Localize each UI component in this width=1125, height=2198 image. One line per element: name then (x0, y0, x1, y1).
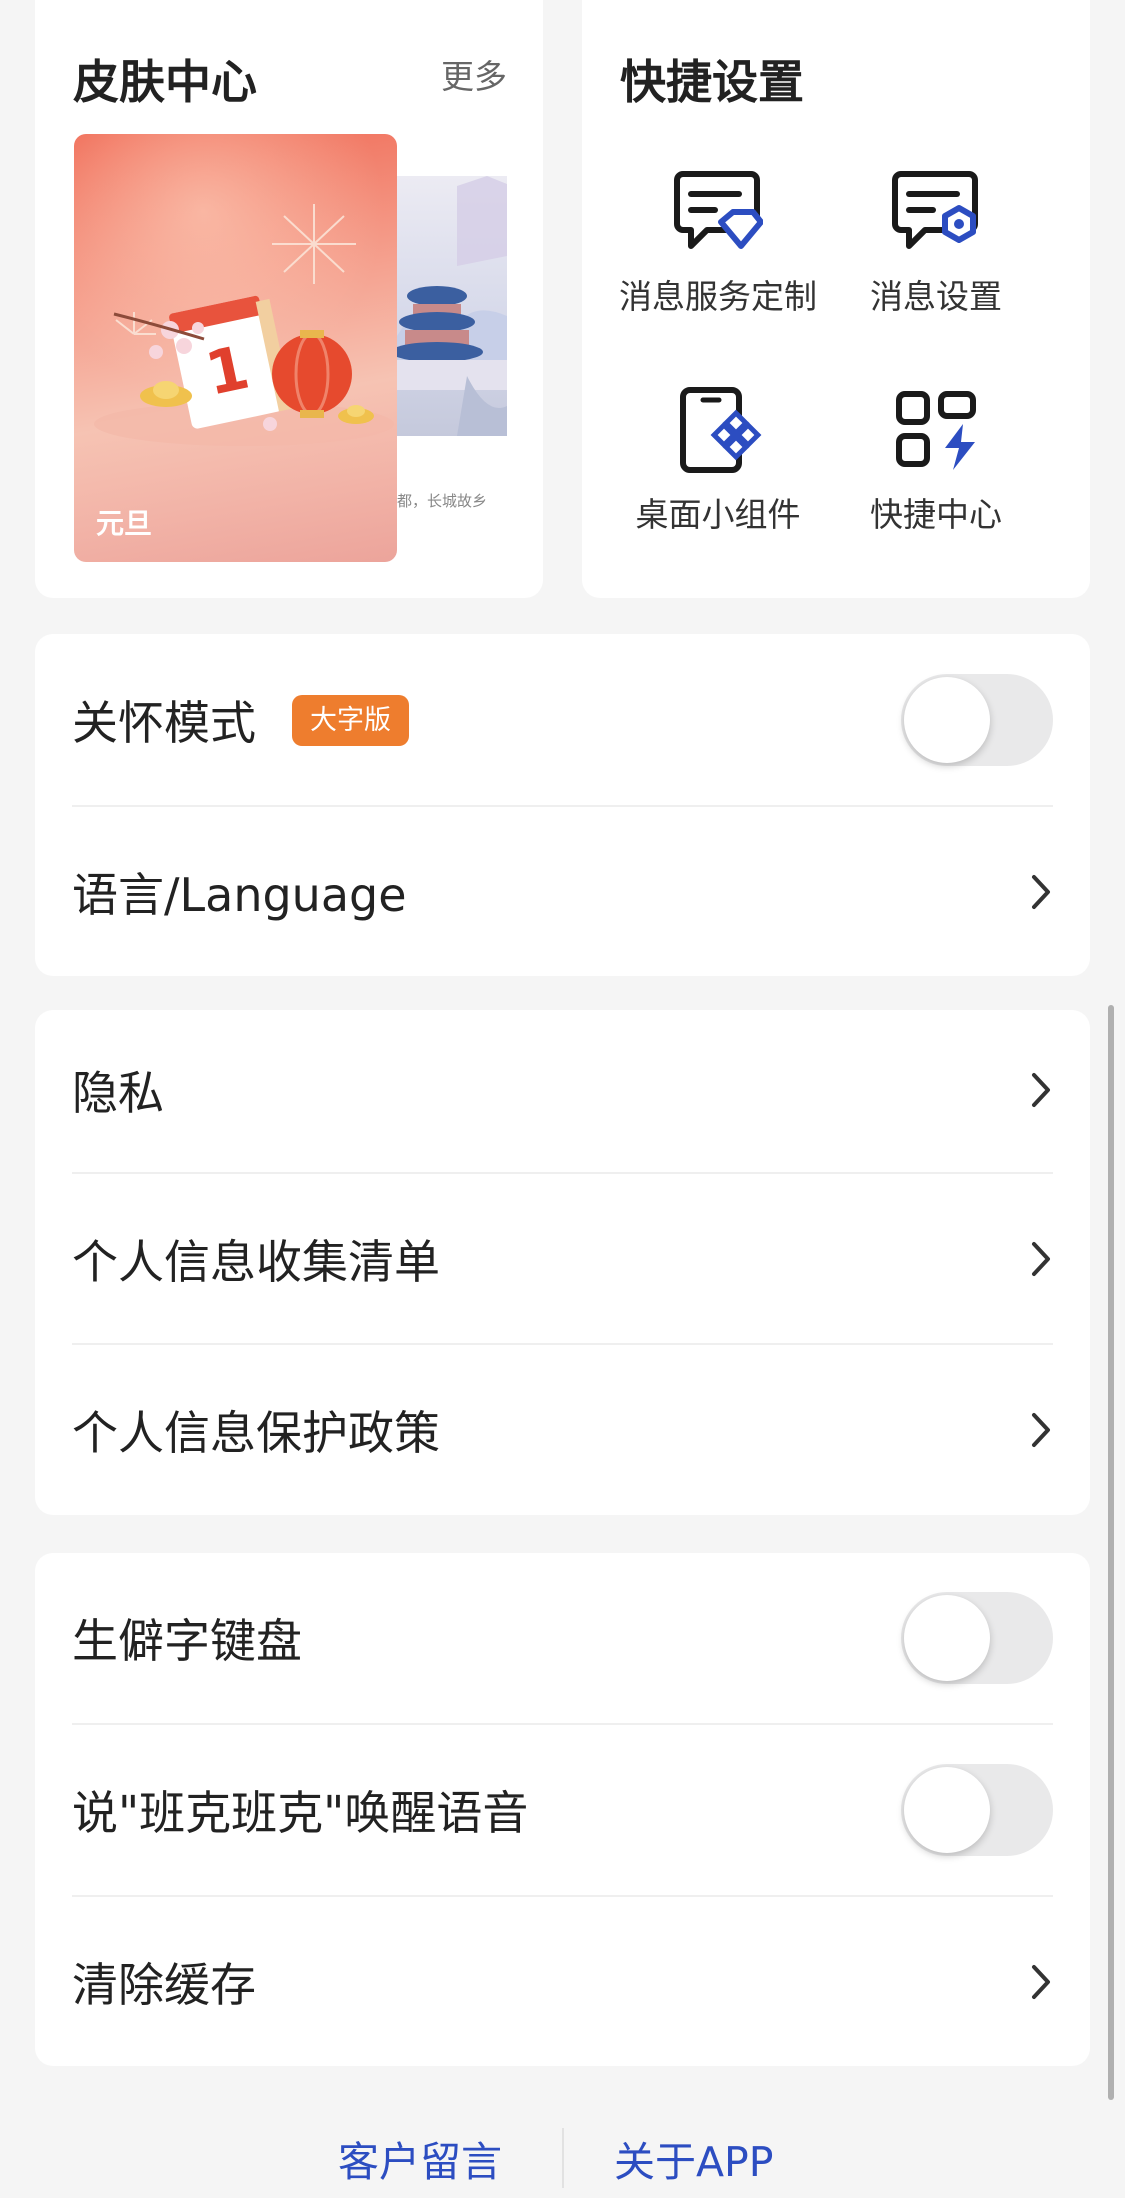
quick-item-label: 桌面小组件 (635, 495, 801, 534)
scrollbar[interactable] (1108, 1005, 1114, 2100)
skin-center-title: 皮肤中心 (73, 55, 257, 109)
chevron-right-icon (1032, 1242, 1050, 1276)
about-app-link[interactable]: 关于APP (614, 2128, 774, 2188)
voice-wakeup-toggle[interactable] (901, 1764, 1053, 1856)
quick-item-message-service[interactable]: 消息服务定制 (603, 168, 833, 318)
info-protection-label: 个人信息保护政策 (72, 1406, 440, 1460)
quick-item-label: 快捷中心 (870, 495, 1002, 534)
info-collection-label: 个人信息收集清单 (72, 1235, 440, 1289)
quick-item-label: 消息设置 (870, 277, 1002, 316)
privacy-label: 隐私 (72, 1066, 164, 1120)
settings-row-info-protection[interactable]: 个人信息保护政策 (72, 1345, 1053, 1515)
quick-item-label: 消息服务定制 (619, 277, 817, 316)
skin-next-caption: 都，长城故乡 (397, 492, 488, 510)
settings-row-rare-char-keyboard: 生僻字键盘 (72, 1553, 1053, 1723)
settings-row-care-mode: 关怀模式 大字版 (72, 635, 1053, 805)
new-year-illustration: 1 (94, 204, 394, 446)
chevron-right-icon (1032, 875, 1050, 909)
quick-center-icon (896, 391, 976, 470)
skin-thumbnail-current[interactable]: 1 元旦 (74, 134, 397, 562)
desktop-widget-icon (680, 387, 762, 473)
language-label: 语言/Language (72, 868, 407, 922)
skin-name-label: 元旦 (96, 507, 153, 540)
skin-thumbnail-next[interactable] (397, 176, 507, 436)
rare-char-keyboard-toggle[interactable] (901, 1592, 1053, 1684)
message-settings-icon (892, 171, 978, 249)
large-font-badge: 大字版 (292, 694, 409, 746)
settings-row-voice-wakeup: 说"班克班克"唤醒语音 (72, 1725, 1053, 1895)
quick-settings-title: 快捷设置 (620, 55, 804, 109)
customer-feedback-link[interactable]: 客户留言 (338, 2128, 502, 2188)
quick-item-quick-center[interactable]: 快捷中心 (821, 386, 1051, 536)
settings-row-privacy[interactable]: 隐私 (72, 1005, 1053, 1175)
quick-settings-card: 快捷设置 消息服务定制 消息设置 桌面小组件 快捷中心 (582, 0, 1090, 598)
message-service-icon (674, 171, 763, 249)
chevron-right-icon (1032, 1073, 1050, 1107)
voice-wakeup-label: 说"班克班克"唤醒语音 (72, 1786, 529, 1840)
quick-item-message-settings[interactable]: 消息设置 (821, 168, 1051, 318)
chevron-right-icon (1032, 1965, 1050, 1999)
quick-item-desktop-widget[interactable]: 桌面小组件 (603, 386, 833, 536)
care-mode-label: 关怀模式 (72, 696, 256, 750)
skin-more-link[interactable]: 更多 (441, 50, 507, 98)
settings-row-info-collection[interactable]: 个人信息收集清单 (72, 1174, 1053, 1344)
skin-center-card: 皮肤中心 更多 1 元旦 都，长城故乡 (35, 0, 543, 598)
care-mode-toggle[interactable] (901, 674, 1053, 766)
rare-char-keyboard-label: 生僻字键盘 (72, 1614, 302, 1668)
chevron-right-icon (1032, 1413, 1050, 1447)
temple-illustration (397, 176, 507, 436)
clear-cache-label: 清除缓存 (72, 1958, 256, 2012)
settings-row-clear-cache[interactable]: 清除缓存 (72, 1897, 1053, 2067)
settings-row-language[interactable]: 语言/Language (72, 807, 1053, 977)
footer-divider (562, 2128, 564, 2188)
